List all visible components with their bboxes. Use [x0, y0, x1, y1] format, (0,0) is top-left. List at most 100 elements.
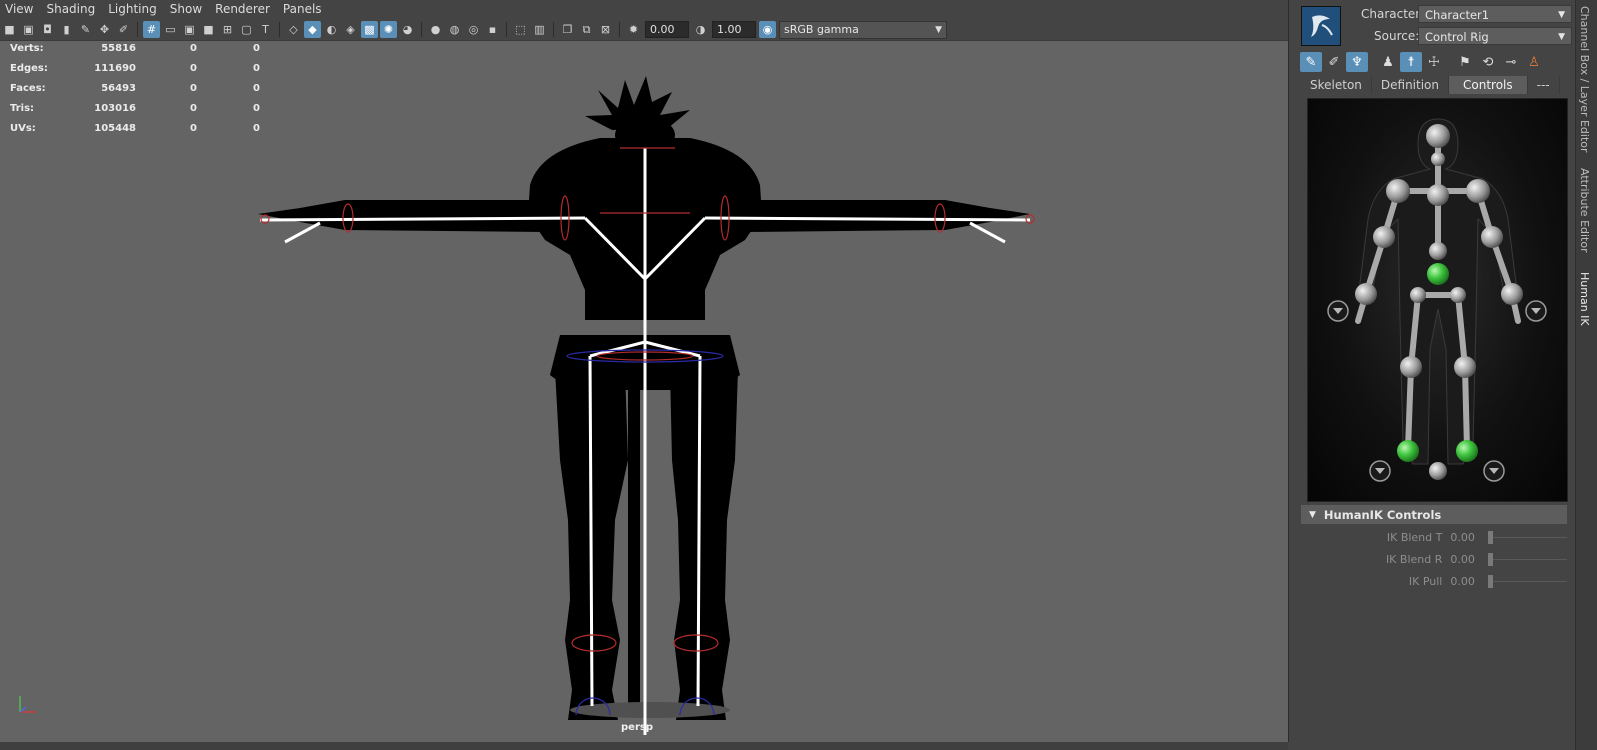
bookmark-icon[interactable]: ▮ [58, 21, 75, 38]
viewport-panel[interactable]: View Shading Lighting Show Renderer Pane… [0, 0, 1289, 742]
toolbar-separator [506, 22, 507, 37]
tab-more[interactable]: --- [1528, 76, 1560, 94]
textured-icon[interactable]: ▩ [361, 21, 378, 38]
control-rig-picker[interactable] [1307, 98, 1568, 502]
select-effector-icon[interactable]: ✐ [1323, 52, 1345, 72]
humanik-controls-section[interactable]: ▼ HumanIK Controls [1301, 505, 1567, 524]
backface-culling-icon[interactable]: ⊠ [597, 21, 614, 38]
shadows-icon[interactable]: ◕ [399, 21, 416, 38]
screen-space-ao-icon[interactable]: ● [427, 21, 444, 38]
attr-slider[interactable] [1487, 530, 1567, 544]
attr-label: IK Blend T [1386, 530, 1443, 544]
exposure-field[interactable]: 0.00 [645, 21, 689, 38]
grid-icon[interactable]: # [143, 21, 160, 38]
gamma-field[interactable]: 1.00 [712, 21, 756, 38]
isolate-select-icon[interactable]: ⬚ [512, 21, 529, 38]
camera-attributes-icon[interactable]: ▣ [20, 21, 37, 38]
toolbar-separator [421, 22, 422, 37]
stance-pose-icon[interactable]: ♙ [1523, 52, 1545, 72]
attr-slider[interactable] [1487, 552, 1567, 566]
gate-mask-icon[interactable]: ■ [200, 21, 217, 38]
slider-handle[interactable] [1487, 552, 1493, 566]
attr-ik-pull: IK Pull 0.00 [1301, 572, 1567, 590]
humanik-tabs: Skeleton Definition Controls --- [1301, 76, 1567, 94]
tab-definition[interactable]: Definition [1372, 76, 1449, 94]
collapse-triangle-icon[interactable]: ▼ [1309, 510, 1316, 520]
humanik-toolbar: ✎ ✐ ♆ ♟ ☨ ☩ ⚑ ⟲ ⊸ ♙ [1300, 51, 1565, 73]
camera-name-label: persp [621, 722, 653, 733]
xray-joints-icon[interactable]: ⧉ [578, 21, 595, 38]
anti-aliasing-icon[interactable]: ◎ [465, 21, 482, 38]
tab-skeleton[interactable]: Skeleton [1301, 76, 1372, 94]
attr-ik-blend-t: IK Blend T 0.00 [1301, 528, 1567, 546]
xray-icon[interactable]: ▥ [531, 21, 548, 38]
menu-show[interactable]: Show [165, 0, 210, 19]
toolbar-separator [279, 22, 280, 37]
camera-icon[interactable]: ■ [1, 21, 18, 38]
slider-handle[interactable] [1487, 530, 1493, 544]
character-dropdown[interactable]: Character1 ▼ [1418, 5, 1572, 23]
default-material-icon[interactable]: ◐ [323, 21, 340, 38]
pan-zoom-icon[interactable]: ✥ [96, 21, 113, 38]
dock-side-tabs: Channel Box / Layer Editor Attribute Edi… [1575, 0, 1597, 750]
grease-pencil-icon[interactable]: ✐ [115, 21, 132, 38]
pin-rotation-icon[interactable]: ⟲ [1477, 52, 1499, 72]
attr-ik-blend-r: IK Blend R 0.00 [1301, 550, 1567, 568]
tab-channel-box[interactable]: Channel Box / Layer Editor [1578, 6, 1591, 153]
tab-human-ik[interactable]: Human IK [1578, 272, 1591, 326]
menu-renderer[interactable]: Renderer [210, 0, 278, 19]
ground-shadow [570, 702, 730, 718]
menu-shading[interactable]: Shading [41, 0, 103, 19]
full-body-icon[interactable]: ♆ [1346, 52, 1368, 72]
wireframe-on-shaded-icon[interactable]: ◈ [342, 21, 359, 38]
safe-action-icon[interactable]: ▢ [238, 21, 255, 38]
resolution-gate-icon[interactable]: ▣ [181, 21, 198, 38]
wireframe-icon[interactable]: ◇ [285, 21, 302, 38]
menu-panels[interactable]: Panels [278, 0, 330, 19]
attr-value-field[interactable]: 0.00 [1442, 531, 1488, 544]
slider-handle[interactable] [1487, 574, 1493, 588]
selection-keying-icon[interactable]: ☨ [1400, 52, 1422, 72]
lights-icon[interactable]: ✺ [380, 21, 397, 38]
field-chart-icon[interactable]: ⊞ [219, 21, 236, 38]
chevron-down-icon: ▼ [935, 24, 942, 35]
tab-attribute-editor[interactable]: Attribute Editor [1578, 168, 1591, 253]
menu-lighting[interactable]: Lighting [103, 0, 165, 19]
character-model[interactable] [0, 41, 1288, 741]
menu-view[interactable]: View [0, 0, 41, 19]
viewport-bottom-border [0, 742, 1288, 750]
depth-of-field-icon[interactable]: ▪ [484, 21, 501, 38]
toolbar-separator [553, 22, 554, 37]
source-value: Control Rig [1425, 30, 1489, 44]
exposure-icon[interactable]: ✹ [625, 21, 642, 38]
smooth-shade-icon[interactable]: ◆ [304, 21, 321, 38]
attr-value-field[interactable]: 0.00 [1442, 553, 1488, 566]
edit-pinning-icon[interactable]: ✎ [1300, 52, 1322, 72]
attr-value-field[interactable]: 0.00 [1442, 575, 1488, 588]
chevron-down-icon: ▼ [1558, 32, 1565, 42]
color-management-icon[interactable]: ◉ [759, 21, 776, 38]
body-keying-icon[interactable]: ☩ [1423, 52, 1445, 72]
safe-title-icon[interactable]: T [257, 21, 274, 38]
film-gate-icon[interactable]: ▭ [162, 21, 179, 38]
release-pinning-icon[interactable]: ⊸ [1500, 52, 1522, 72]
attr-label: IK Blend R [1385, 552, 1443, 566]
tab-controls[interactable]: Controls [1449, 76, 1528, 94]
source-dropdown[interactable]: Control Rig ▼ [1418, 27, 1572, 45]
rig-figure [1327, 118, 1547, 482]
color-space-dropdown[interactable]: sRGB gamma ▼ [779, 20, 947, 39]
motion-blur-icon[interactable]: ◍ [446, 21, 463, 38]
pin-translation-icon[interactable]: ⚑ [1454, 52, 1476, 72]
skeleton-joints[interactable] [259, 148, 1031, 735]
camera-tools-icon[interactable]: ◘ [39, 21, 56, 38]
attr-slider[interactable] [1487, 574, 1567, 588]
viewport-menubar: View Shading Lighting Show Renderer Pane… [0, 0, 1288, 19]
body-part-icon[interactable]: ♟ [1377, 52, 1399, 72]
viewport-toolbar: ■ ▣ ◘ ▮ ✎ ✥ ✐ # ▭ ▣ ■ ⊞ ▢ T ◇ ◆ ◐ ◈ ▩ ✺ … [0, 19, 1288, 41]
xray-active-icon[interactable]: ❐ [559, 21, 576, 38]
image-plane-icon[interactable]: ✎ [77, 21, 94, 38]
source-label: Source: [1374, 29, 1420, 43]
chevron-down-icon: ▼ [1558, 10, 1565, 20]
gamma-icon[interactable]: ◑ [692, 21, 709, 38]
view-axis-icon [19, 696, 36, 713]
